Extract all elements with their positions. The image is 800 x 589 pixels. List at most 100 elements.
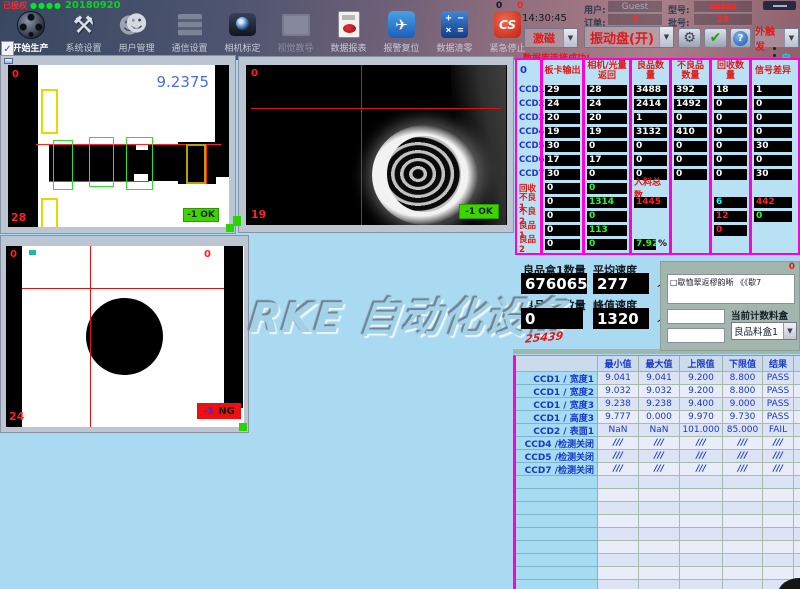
stats-cell	[672, 195, 709, 209]
value-box: 0	[674, 141, 707, 152]
results-cell: 9.000	[723, 398, 763, 411]
toolbar-button-server[interactable]: 通信设置	[163, 9, 216, 59]
stats-column: 良品数量3488241413132000入料总数14457.92%	[629, 60, 669, 253]
toolbar-button-camera[interactable]: 相机标定	[216, 9, 269, 59]
toolbar-label: 系统设置	[65, 41, 101, 54]
toolbar-button-users[interactable]: ☻用户管理	[110, 9, 163, 59]
stats-cell: 0	[712, 125, 749, 139]
camera-counter: 19	[251, 208, 266, 221]
chevron-down-icon[interactable]: ▼	[784, 29, 798, 47]
value-box: 1	[754, 85, 792, 96]
ng-label: NG	[218, 406, 235, 417]
stats-column-header: 板卡输出	[543, 60, 582, 83]
panel-counter: 0	[789, 262, 795, 272]
results-header: 下限值	[723, 356, 763, 372]
results-cell: ///	[794, 450, 800, 463]
value-box: 3132	[634, 127, 667, 138]
stats-row-label: 良品2	[517, 237, 540, 251]
marker	[29, 250, 36, 255]
excitation-combo[interactable]: 激磁 ▼	[524, 28, 578, 48]
stats-cell: 19	[585, 125, 629, 139]
results-cell: 366	[794, 385, 800, 398]
results-row-label	[516, 528, 598, 541]
stats-cell: 0	[752, 209, 794, 223]
value-box: 0	[674, 113, 707, 124]
counter-panel: 0 □歇恤翠返樛韵晰 《《歇7 当前计数料盒 良品料盒1 ▼	[660, 261, 800, 351]
trigger-mode-combo[interactable]: 外触发 ▼	[754, 28, 799, 48]
vibration-plate-combo[interactable]: 振动盘(开) ▼	[584, 26, 674, 48]
resize-handle[interactable]	[233, 216, 241, 226]
value-box: 3488	[634, 85, 667, 96]
toolbar-button-monitor: 视觉教导	[269, 9, 322, 59]
minimize-button[interactable]	[763, 1, 796, 10]
results-cell	[598, 567, 639, 580]
results-cell: 9.777	[598, 411, 639, 424]
stats-cell: 17	[543, 153, 582, 167]
reel-icon	[17, 11, 45, 39]
results-cell	[680, 515, 723, 528]
toolbar-button-alarm-reset[interactable]: ✈报警复位	[375, 9, 428, 59]
chevron-down-icon[interactable]: ▼	[563, 29, 577, 47]
results-cell	[723, 580, 763, 589]
calculator-icon: + −× =	[441, 11, 468, 38]
results-cell: PASS	[763, 411, 794, 424]
stats-cell: 0	[752, 153, 794, 167]
results-cell	[794, 528, 800, 541]
toolbar-label: 数据报表	[330, 41, 366, 54]
results-row-label: CCD4 /检测关闭	[516, 437, 598, 450]
value-box: 0	[754, 155, 792, 166]
stats-cell: 2414	[632, 97, 669, 111]
help-button[interactable]: ?	[730, 28, 751, 48]
value-box: 0	[587, 211, 627, 222]
stats-cell: 1492	[672, 97, 709, 111]
resize-handle[interactable]	[239, 423, 247, 431]
tools-icon: ⚒	[73, 11, 95, 39]
input-field-2[interactable]	[667, 328, 725, 343]
results-cell: 9.200	[680, 372, 723, 385]
value-box: 442	[754, 197, 792, 208]
results-row-label	[516, 541, 598, 554]
toolbar-button-report[interactable]: 数据报表	[322, 9, 375, 59]
value-box: 17	[587, 155, 627, 166]
current-box-select[interactable]: 良品料盒1 ▼	[731, 322, 797, 340]
clock: 14:30:45	[522, 13, 567, 24]
toolbar-label: 用户管理	[118, 41, 154, 54]
value-box: 7.92	[634, 239, 656, 250]
toolbar-button-calculator[interactable]: + −× =数据清零	[428, 9, 481, 59]
results-cell	[723, 528, 763, 541]
results-cell	[723, 541, 763, 554]
stats-cell	[752, 237, 794, 251]
stats-cell: 0	[672, 111, 709, 125]
value-box: 0	[545, 197, 580, 208]
stats-row-label: CCD7	[517, 167, 540, 181]
user-label: 用户:	[584, 3, 606, 16]
settings-button[interactable]: ⚙	[678, 28, 701, 48]
results-row-label: CCD7 /检测关闭	[516, 463, 598, 476]
stats-cell: 30	[543, 139, 582, 153]
dot-decoration	[773, 54, 776, 57]
roi-rect-green	[53, 140, 73, 190]
chevron-down-icon[interactable]: ▼	[783, 323, 796, 339]
stats-column: 回收数量180000006120	[709, 60, 749, 253]
results-cell	[763, 476, 794, 489]
results-cell: FAIL	[763, 424, 794, 437]
results-cell	[639, 580, 680, 589]
message-box[interactable]: □歇恤翠返樛韵晰 《《歇7	[667, 274, 795, 304]
hole-silhouette	[86, 298, 163, 375]
chevron-down-icon[interactable]: ▼	[659, 27, 673, 47]
results-cell: ///	[723, 450, 763, 463]
input-field-1[interactable]	[667, 309, 725, 324]
toolbar-button-tools[interactable]: ⚒ 系统设置	[57, 9, 110, 59]
results-cell	[680, 541, 723, 554]
report-icon	[338, 11, 360, 38]
results-cell: ///	[763, 450, 794, 463]
results-cell	[598, 580, 639, 589]
toolbar-label: 通信设置	[171, 41, 207, 54]
confirm-button[interactable]: ✔	[704, 28, 727, 48]
stats-cell: 20	[543, 111, 582, 125]
results-cell	[794, 554, 800, 567]
stats-column: 板卡输出2924201930173000000	[540, 60, 582, 253]
results-header: 上限值	[680, 356, 723, 372]
results-cell: ///	[723, 437, 763, 450]
stats-cell: 0	[672, 153, 709, 167]
